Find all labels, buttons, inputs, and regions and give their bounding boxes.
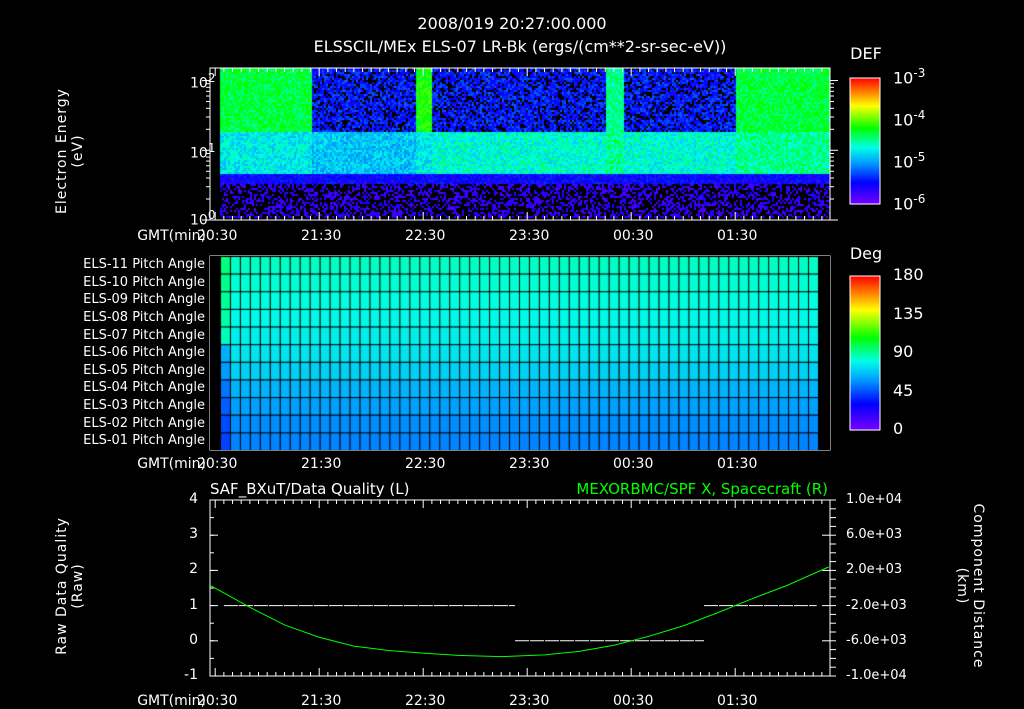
- right-y-tick-label: 6.0e+03: [846, 527, 903, 543]
- time-tick-label: 01:30: [717, 456, 758, 472]
- left-y-tick-label: 2: [189, 561, 198, 578]
- distance-axis-label-line2: (km): [954, 567, 970, 605]
- time-tick-label: 23:30: [509, 228, 550, 244]
- def-tick-1e-6: 10-6: [893, 192, 926, 214]
- pitch-angle-row-label: ELS-09 Pitch Angle: [83, 292, 205, 308]
- deg-tick-label: 180: [893, 265, 924, 284]
- deg-colorbar-label: Deg: [849, 244, 883, 263]
- distance-axis-label-line1: Component Distance: [970, 503, 986, 669]
- time-tick-label: 22:30: [405, 456, 446, 472]
- left-y-tick-label: 1: [189, 596, 198, 613]
- pitch-angle-row-label: ELS-01 Pitch Angle: [83, 433, 205, 449]
- spf-x-title: MEXORBMC/SPF X, Spacecraft (R): [576, 480, 828, 498]
- data-quality-axis-label-line1: Raw Data Quality: [54, 517, 70, 655]
- def-tick-1e-4: 10-4: [893, 108, 926, 130]
- def-tick-1e-5: 10-5: [893, 150, 926, 172]
- time-tick-label: 20:30: [197, 693, 238, 709]
- pitch-angle-row-label: ELS-03 Pitch Angle: [83, 398, 205, 414]
- deg-tick-label: 90: [893, 342, 914, 361]
- time-tick-label: 22:30: [405, 228, 446, 244]
- deg-tick-label: 0: [893, 419, 904, 438]
- time-tick-label: 00:30: [613, 456, 654, 472]
- spectrogram-frame: [209, 67, 831, 221]
- pitch-angle-row-label: ELS-06 Pitch Angle: [83, 345, 205, 361]
- time-axis-label: GMT(min): [137, 228, 206, 244]
- time-tick-label: 00:30: [613, 693, 654, 709]
- pitch-angle-grid: [210, 256, 830, 450]
- spf-x-line: [209, 566, 830, 658]
- time-tick-label: 20:30: [197, 228, 238, 244]
- pitch-angle-row-label: ELS-02 Pitch Angle: [83, 415, 205, 431]
- right-y-tick-label: 2.0e+03: [846, 562, 903, 578]
- energy-tick-1: 100: [190, 208, 216, 229]
- right-y-tick-label: 1.0e+04: [846, 492, 903, 507]
- time-axis-label: GMT(min): [137, 693, 206, 709]
- energy-tick-10: 101: [190, 141, 216, 162]
- data-quality-axis-label-line2: (Raw): [70, 563, 86, 609]
- def-tick-1e-3: 10-3: [893, 66, 926, 88]
- time-axis-label: GMT(min): [137, 456, 206, 472]
- left-y-tick-label: -1: [184, 667, 198, 683]
- time-tick-label: 01:30: [717, 693, 758, 709]
- right-y-tick-label: -6.0e+03: [846, 632, 907, 648]
- time-tick-label: 01:30: [717, 228, 758, 244]
- deg-tick-label: 45: [893, 380, 914, 400]
- pitch-angle-row-label: ELS-05 Pitch Angle: [83, 362, 205, 378]
- time-tick-label: 21:30: [301, 456, 342, 472]
- pitch-angle-row-label: ELS-07 Pitch Angle: [83, 327, 205, 343]
- energy-axis-label-line2: (eV): [70, 134, 86, 168]
- deg-tick-label: 135: [893, 303, 924, 323]
- time-tick-label: 23:30: [509, 456, 550, 472]
- line-plot-frame: [209, 499, 831, 677]
- right-y-tick-label: -2.0e+03: [846, 597, 907, 613]
- time-tick-label: 21:30: [301, 693, 342, 709]
- def-colorbar-label: DEF: [850, 44, 882, 63]
- time-tick-label: 21:30: [301, 228, 342, 244]
- time-tick-label: 23:30: [509, 693, 550, 709]
- time-tick-label: 20:30: [197, 456, 238, 472]
- distance-axis-label: Component Distance (km): [954, 496, 986, 676]
- data-quality-title: SAF_BXuT/Data Quality (L): [210, 480, 410, 498]
- left-y-tick-label: 3: [189, 526, 198, 543]
- left-y-tick-label: 4: [189, 491, 198, 507]
- energy-axis-label: Electron Energy (eV): [54, 71, 86, 231]
- data-quality-axis-label: Raw Data Quality (Raw): [54, 506, 86, 666]
- energy-tick-100: 102: [190, 71, 216, 92]
- pitch-angle-row-label: ELS-11 Pitch Angle: [83, 257, 205, 272]
- time-tick-label: 22:30: [405, 693, 446, 709]
- pitch-angle-row-label: ELS-10 Pitch Angle: [83, 274, 205, 290]
- energy-axis-label-line1: Electron Energy: [54, 88, 70, 214]
- time-tick-label: 00:30: [613, 228, 654, 244]
- right-y-tick-label: -1.0e+04: [846, 668, 907, 683]
- pitch-angle-row-label: ELS-08 Pitch Angle: [83, 309, 205, 325]
- pitch-angle-row-label: ELS-04 Pitch Angle: [83, 380, 205, 396]
- left-y-tick-label: 0: [189, 631, 198, 648]
